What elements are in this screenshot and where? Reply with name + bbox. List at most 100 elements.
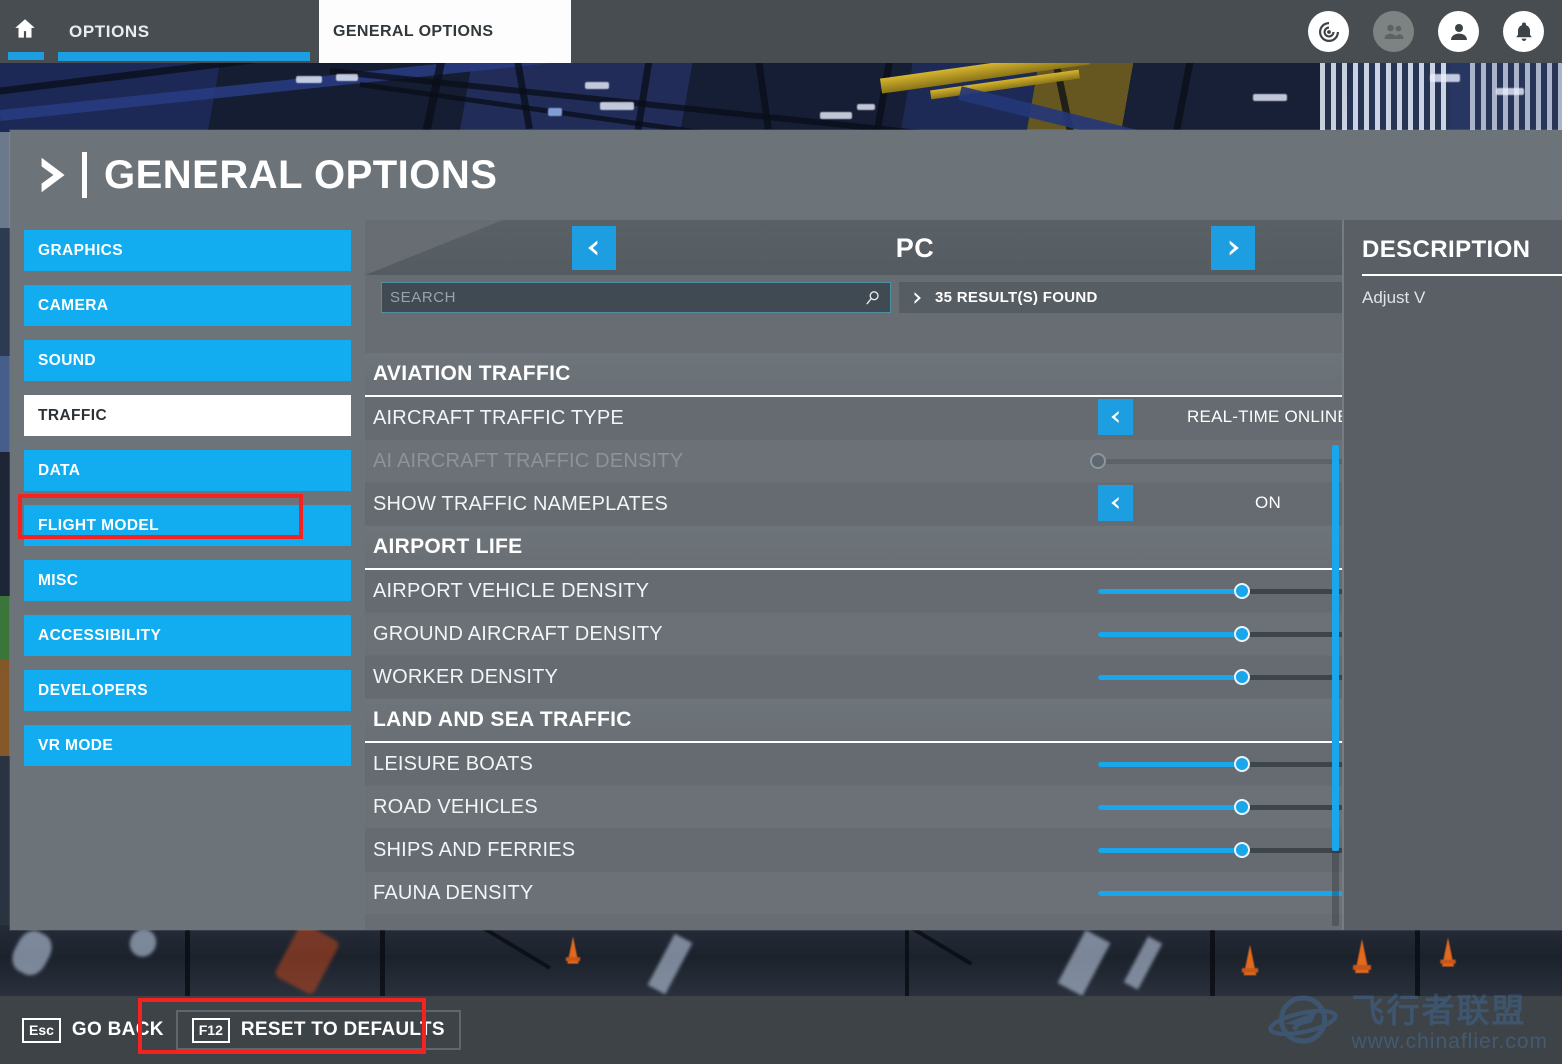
slider-fill xyxy=(1098,804,1242,810)
enum-prev-button[interactable] xyxy=(1098,399,1133,435)
watermark-cn: 飞行者联盟 xyxy=(1351,991,1527,1029)
search-placeholder: SEARCH xyxy=(390,289,457,306)
section-header: LAND AND SEA TRAFFIC xyxy=(365,699,1460,741)
title-divider xyxy=(82,152,87,198)
description-text: Adjust V xyxy=(1362,288,1426,307)
slider-knob[interactable] xyxy=(1233,841,1250,858)
setting-label: FAUNA DENSITY xyxy=(373,881,534,904)
sidebar-item-traffic[interactable]: TRAFFIC xyxy=(24,395,351,436)
section-title: LAND AND SEA TRAFFIC xyxy=(373,708,632,731)
sidebar-item-camera[interactable]: CAMERA xyxy=(24,285,351,326)
chevron-right-icon xyxy=(911,290,925,306)
setting-row-fauna-density[interactable]: FAUNA DENSITY 100 xyxy=(365,872,1460,914)
setting-row-aircraft-traffic-type[interactable]: AIRCRAFT TRAFFIC TYPE REAL-TIME ONLINE xyxy=(365,397,1460,439)
sidebar-item-vr-mode[interactable]: VR MODE xyxy=(24,725,351,766)
hint-label: GO BACK xyxy=(71,1019,164,1040)
sidebar-item-developers[interactable]: DEVELOPERS xyxy=(24,670,351,711)
sidebar-item-label: VR MODE xyxy=(38,736,114,754)
sidebar-item-label: CAMERA xyxy=(38,296,109,314)
top-right-icon-group xyxy=(1308,0,1544,63)
slider-knob[interactable] xyxy=(1233,582,1250,599)
hint-go-back[interactable]: Esc GO BACK xyxy=(8,1010,178,1050)
friends-icon[interactable] xyxy=(1373,11,1414,52)
section-title: AVIATION TRAFFIC xyxy=(373,362,571,385)
section-header: AVIATION TRAFFIC xyxy=(365,353,1460,395)
slider-fill xyxy=(1098,674,1242,680)
airplane-globe-logo-icon xyxy=(1267,985,1339,1062)
setting-label: GROUND AIRCRAFT DENSITY xyxy=(373,622,663,645)
slider-fill xyxy=(1098,631,1242,637)
sidebar-item-label: MISC xyxy=(38,571,79,589)
key-f12: F12 xyxy=(191,1017,230,1043)
setting-label: LEISURE BOATS xyxy=(373,752,534,775)
category-sidebar: GRAPHICS CAMERA SOUND TRAFFIC DATA FLIGH… xyxy=(10,220,365,930)
panel-body: GRAPHICS CAMERA SOUND TRAFFIC DATA FLIGH… xyxy=(10,220,1562,930)
page-title: GENERAL OPTIONS xyxy=(104,152,498,197)
slider-knob[interactable] xyxy=(1233,755,1250,772)
setting-label: AIRPORT VEHICLE DENSITY xyxy=(373,579,650,602)
top-navigation-bar: OPTIONS GENERAL OPTIONS xyxy=(0,0,1562,63)
home-tab-indicator xyxy=(8,52,44,60)
sidebar-item-flight-model[interactable]: FLIGHT MODEL xyxy=(24,505,351,546)
description-title: DESCRIPTION xyxy=(1362,236,1531,263)
platform-name: PC xyxy=(895,232,935,263)
hint-reset-to-defaults[interactable]: F12 RESET TO DEFAULTS xyxy=(175,1010,461,1050)
page-header: GENERAL OPTIONS xyxy=(10,130,1562,220)
sidebar-item-label: DATA xyxy=(38,461,81,479)
enum-prev-button[interactable] xyxy=(1098,485,1133,521)
setting-label: SHIPS AND FERRIES xyxy=(373,838,576,861)
setting-row-show-traffic-nameplates[interactable]: SHOW TRAFFIC NAMEPLATES ON xyxy=(365,483,1460,525)
sidebar-item-label: DEVELOPERS xyxy=(38,681,148,699)
sidebar-item-sound[interactable]: SOUND xyxy=(24,340,351,381)
tab-general-options-label: GENERAL OPTIONS xyxy=(333,22,494,40)
profile-icon[interactable] xyxy=(1438,11,1479,52)
general-options-panel: GENERAL OPTIONS GRAPHICS CAMERA SOUND TR… xyxy=(10,130,1562,930)
sidebar-item-misc[interactable]: MISC xyxy=(24,560,351,601)
setting-row-airport-vehicle-density[interactable]: AIRPORT VEHICLE DENSITY 50 xyxy=(365,570,1460,612)
notifications-bell-icon[interactable] xyxy=(1503,11,1544,52)
description-divider xyxy=(1362,274,1562,276)
left-scene-strip xyxy=(0,132,10,932)
platform-next-button[interactable] xyxy=(1211,226,1255,270)
hangar-ceiling-background xyxy=(0,60,1562,132)
home-icon xyxy=(12,16,38,47)
sidebar-item-label: ACCESSIBILITY xyxy=(38,626,162,644)
description-panel: DESCRIPTION Adjust V xyxy=(1342,220,1562,930)
tab-options-indicator xyxy=(58,52,310,61)
tab-options-label: OPTIONS xyxy=(69,21,150,41)
slider-knob[interactable] xyxy=(1233,625,1250,642)
slider-fill xyxy=(1098,588,1242,594)
slider-knob[interactable] xyxy=(1233,668,1250,685)
setting-row-worker-density[interactable]: WORKER DENSITY 50 xyxy=(365,656,1460,698)
sidebar-item-graphics[interactable]: GRAPHICS xyxy=(24,230,351,271)
section-header: AIRPORT LIFE xyxy=(365,526,1460,568)
search-input[interactable]: SEARCH xyxy=(381,282,891,313)
watermark: 飞行者联盟 www.chinaflier.com xyxy=(1267,985,1548,1062)
setting-row-leisure-boats[interactable]: LEISURE BOATS 50 xyxy=(365,743,1460,785)
hint-label: RESET TO DEFAULTS xyxy=(240,1019,445,1040)
sidebar-item-label: SOUND xyxy=(38,351,96,369)
sidebar-item-accessibility[interactable]: ACCESSIBILITY xyxy=(24,615,351,656)
setting-row-ships-and-ferries[interactable]: SHIPS AND FERRIES 50 xyxy=(365,829,1460,871)
slider-knob[interactable] xyxy=(1233,798,1250,815)
setting-row-road-vehicles[interactable]: ROAD VEHICLES 50 xyxy=(365,786,1460,828)
sidebar-item-label: TRAFFIC xyxy=(38,406,108,424)
setting-label: WORKER DENSITY xyxy=(373,665,559,688)
settings-content: PC SEARCH 35 RESULT(S) FOUND AVIATION TR… xyxy=(365,220,1460,930)
platform-prev-button[interactable] xyxy=(572,226,616,270)
tab-general-options[interactable]: GENERAL OPTIONS xyxy=(319,0,571,63)
setting-label: AI AIRCRAFT TRAFFIC DENSITY xyxy=(373,449,684,472)
watermark-url: www.chinaflier.com xyxy=(1351,1029,1548,1053)
setting-label: SHOW TRAFFIC NAMEPLATES xyxy=(373,492,669,515)
section-title: AIRPORT LIFE xyxy=(373,535,523,558)
chevron-right-icon[interactable] xyxy=(32,152,78,198)
setting-row-ground-aircraft-density[interactable]: GROUND AIRCRAFT DENSITY 50 xyxy=(365,613,1460,655)
slider-fill xyxy=(1098,847,1242,853)
radar-icon[interactable] xyxy=(1308,11,1349,52)
scrollbar-thumb[interactable] xyxy=(1332,445,1339,851)
search-row: SEARCH 35 RESULT(S) FOUND xyxy=(381,282,1456,322)
sidebar-item-label: FLIGHT MODEL xyxy=(38,516,160,534)
settings-list: AVIATION TRAFFIC AIRCRAFT TRAFFIC TYPE R… xyxy=(365,353,1460,930)
search-magnifier-icon[interactable] xyxy=(864,289,882,307)
sidebar-item-data[interactable]: DATA xyxy=(24,450,351,491)
